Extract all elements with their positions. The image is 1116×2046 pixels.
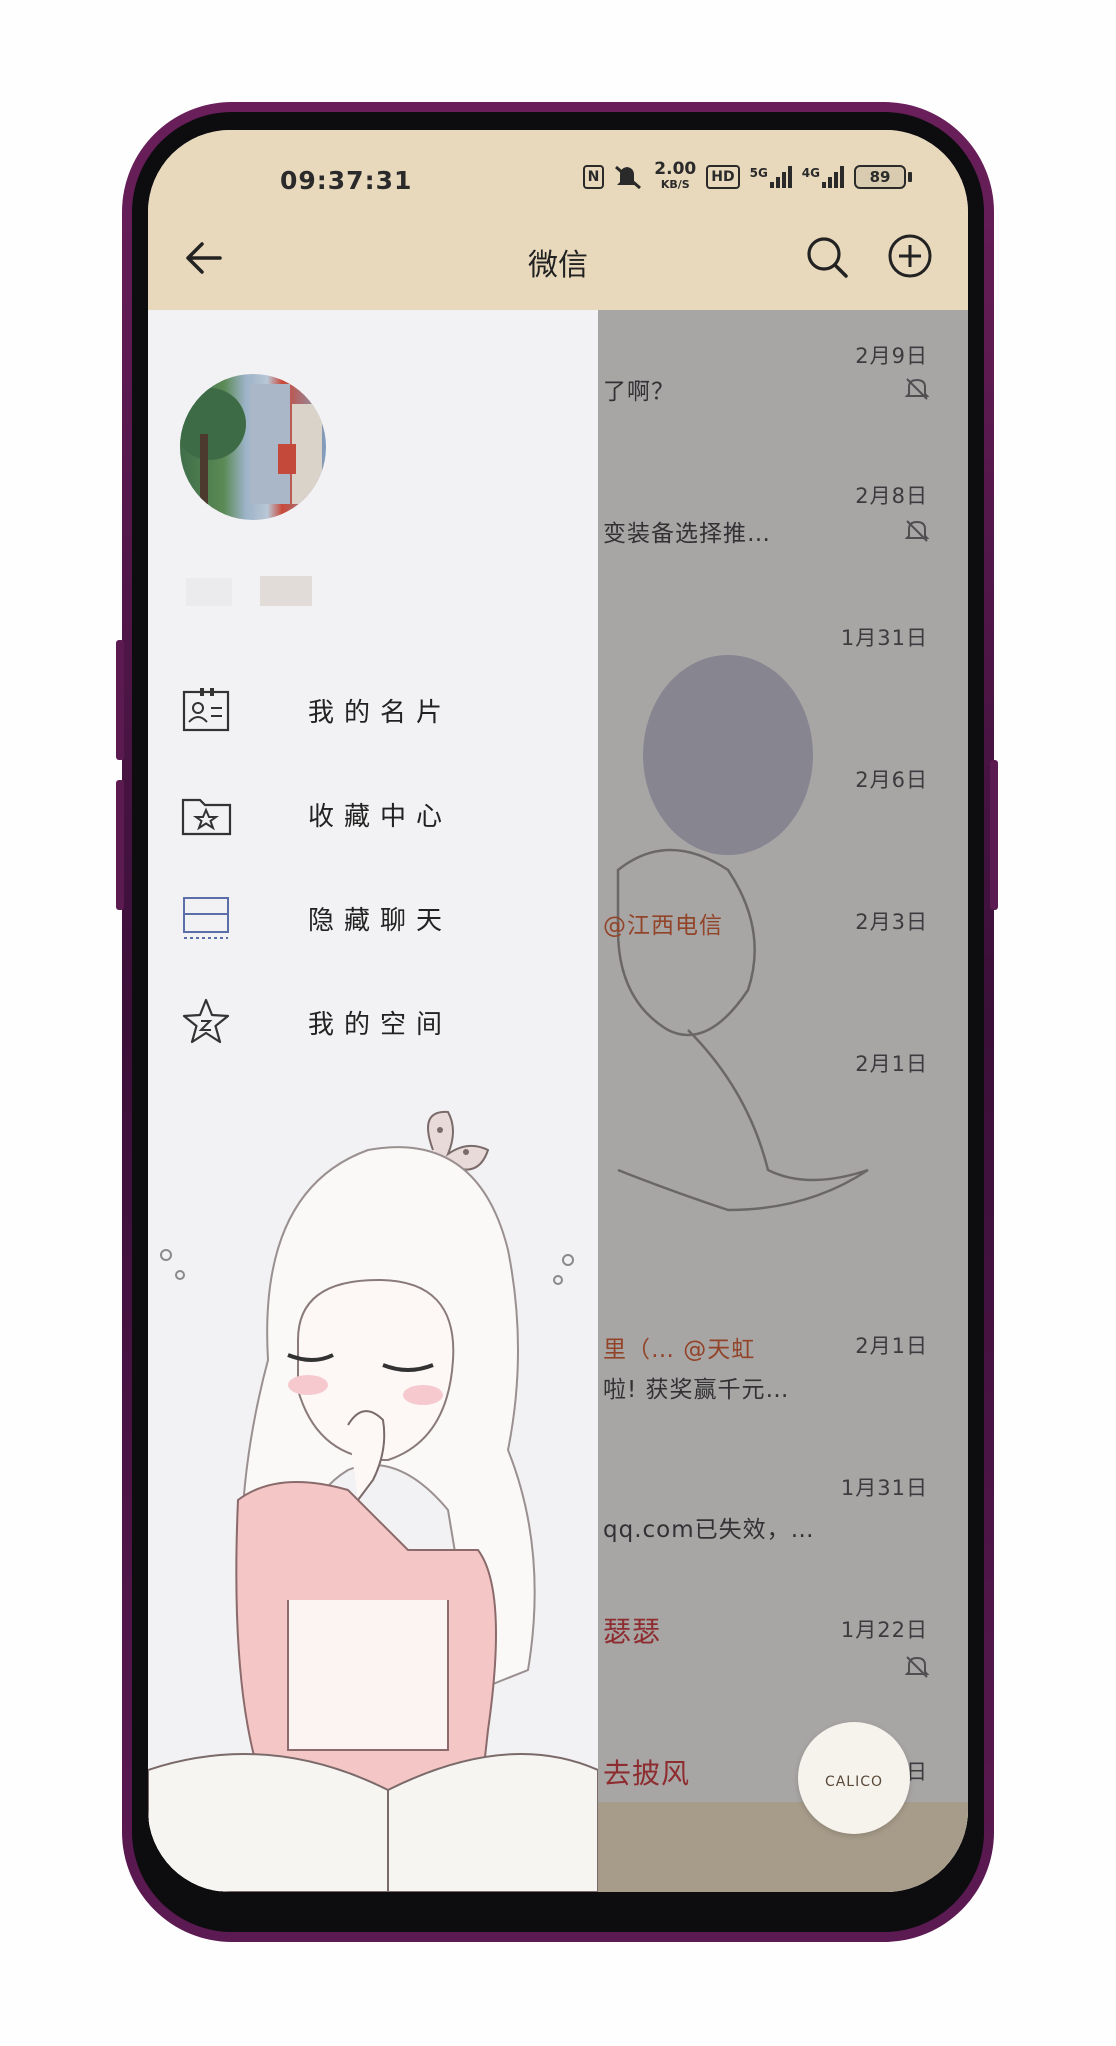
app-toolbar: 微信 xyxy=(148,210,968,310)
username-blurred xyxy=(186,578,232,606)
status-bar: 09:37:31 N 2.00 KB/S HD 5G 4G 89 xyxy=(148,130,968,210)
battery-icon: 89 xyxy=(854,165,912,189)
clock: 09:37:31 xyxy=(280,166,413,195)
screen: 09:37:31 N 2.00 KB/S HD 5G 4G 89 微信 2月9日… xyxy=(148,130,968,1892)
power-button xyxy=(990,760,998,910)
folder-star-icon xyxy=(181,798,232,836)
search-icon[interactable] xyxy=(804,234,850,280)
volume-button xyxy=(116,640,124,760)
signal-5g: 5G xyxy=(750,166,792,188)
menu-item-card[interactable]: 我的名片 xyxy=(180,678,580,742)
menu-item-hidden-chat[interactable]: 隐藏聊天 xyxy=(180,886,580,950)
username-blurred xyxy=(260,576,312,606)
menu-label: 我的名片 xyxy=(308,698,453,728)
status-icons: N 2.00 KB/S HD 5G 4G 89 xyxy=(582,159,912,192)
hidden-chat-icon xyxy=(183,897,229,939)
menu-item-favorites[interactable]: 收藏中心 xyxy=(180,782,580,846)
drawer-illustration xyxy=(148,1110,598,1892)
mute-icon xyxy=(615,165,642,190)
volume-button xyxy=(116,780,124,910)
menu-label: 隐藏聊天 xyxy=(308,906,453,936)
avatar[interactable] xyxy=(180,374,326,520)
net-speed: 2.00 KB/S xyxy=(654,159,697,192)
floating-logo-button[interactable]: CALICO xyxy=(798,1722,910,1834)
side-drawer: 我的名片 收藏中心 隐藏聊天 我的空间 xyxy=(148,310,598,1892)
id-card-icon xyxy=(182,688,230,732)
hd-badge: HD xyxy=(706,165,740,189)
menu-label: 收藏中心 xyxy=(308,802,453,832)
signal-4g: 4G xyxy=(802,166,844,188)
add-icon[interactable] xyxy=(886,232,934,280)
nfc-icon: N xyxy=(582,165,605,189)
